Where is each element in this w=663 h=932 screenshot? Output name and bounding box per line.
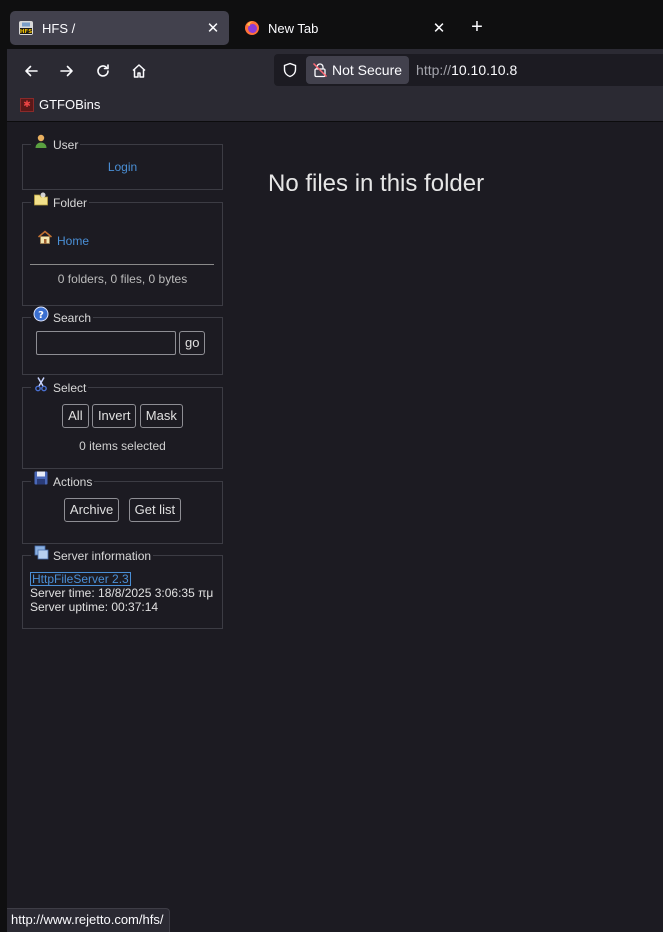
reload-icon [97,64,109,77]
bookmark-gtfobins[interactable]: ✱ GTFOBins [20,97,100,112]
scissors-icon [35,377,47,392]
user-legend: User [31,134,80,152]
navigation-bar: Not Secure http://10.10.10.8 [7,49,663,91]
home-button[interactable] [125,57,153,85]
server-info-legend: Server information [31,545,153,563]
tab-title: HFS / [42,20,76,36]
url-protocol: http:// [416,62,452,78]
home-icon [132,64,146,78]
select-panel: Select All Invert Mask 0 items selected [22,377,223,469]
folder-panel: Folder Home 0 folders, 0 files, 0 bytes [22,192,223,306]
select-all-button[interactable]: All [62,404,89,428]
bookmarks-toolbar: ✱ GTFOBins [7,91,663,122]
invert-selection-button[interactable]: Invert [91,404,137,428]
tracking-protection-shield-icon[interactable] [280,60,300,80]
page-content: User Login Folder Home 0 folders, 0 file… [7,123,663,932]
selected-count: 0 items selected [79,439,166,453]
server-icon [34,545,49,560]
status-bar-url: http://www.rejetto.com/hfs/ [7,908,171,932]
question-icon: ? [33,306,49,322]
select-legend-label: Select [53,381,87,395]
folder-summary: 0 folders, 0 files, 0 bytes [57,272,188,286]
hfs-icon: HFS [19,21,33,35]
close-tab-icon[interactable]: ✕ [427,16,451,40]
bookmark-label: GTFOBins [39,97,101,112]
forward-button[interactable] [53,57,81,85]
arrow-right-icon [60,65,73,77]
search-go-button[interactable]: go [179,331,206,355]
svg-text:HFS: HFS [20,29,32,35]
server-time: Server time: 18/8/2025 3:06:35 πμ [30,586,214,600]
close-tab-icon[interactable]: ✕ [201,16,225,40]
floppy-disk-icon [34,471,48,485]
no-files-message: No files in this folder [268,170,485,197]
user-icon [35,134,47,148]
folder-legend-label: Folder [53,196,88,210]
folder-icon [34,192,48,206]
browser-window: HFS HFS / ✕ New Tab ✕ + Not Secure http:… [7,7,663,932]
folder-legend: Folder [31,192,89,210]
search-legend: ? Search [31,306,93,325]
firefox-icon [245,21,259,35]
server-info-legend-label: Server information [53,549,152,563]
url-text[interactable]: http://10.10.10.8 [416,62,517,78]
not-secure-indicator[interactable]: Not Secure [306,56,410,84]
home-link-row[interactable]: Home [37,230,222,248]
arrow-left-icon [25,65,38,77]
server-info-panel: Server information HttpFileServer 2.3 Se… [22,545,223,629]
tab-new-tab[interactable]: New Tab ✕ [236,11,455,45]
user-legend-label: User [53,138,79,152]
mask-button[interactable]: Mask [139,404,183,428]
home-link[interactable]: Home [57,234,89,248]
tab-hfs[interactable]: HFS HFS / ✕ [10,11,229,45]
home-folder-icon [37,230,53,244]
gtfobins-icon: ✱ [20,97,34,112]
not-secure-label: Not Secure [332,62,403,78]
actions-panel: Actions Archive Get list [22,471,223,544]
new-tab-button[interactable]: + [465,16,489,40]
insecure-lock-icon [312,62,328,78]
archive-button[interactable]: Archive [63,498,120,522]
search-input[interactable] [36,331,176,355]
svg-text:?: ? [38,310,44,321]
url-host: 10.10.10.8 [451,62,518,78]
actions-legend-label: Actions [53,475,93,489]
back-button[interactable] [17,57,45,85]
hfs-version-link[interactable]: HttpFileServer 2.3 [30,572,131,586]
actions-legend: Actions [31,471,94,489]
login-link[interactable]: Login [108,160,137,174]
tab-strip: HFS HFS / ✕ New Tab ✕ + [7,7,663,49]
folder-divider [30,264,214,265]
user-panel: User Login [22,134,223,190]
url-bar[interactable]: Not Secure http://10.10.10.8 [274,54,663,86]
search-panel: ? Search go [22,306,223,375]
select-legend: Select [31,377,88,395]
tab-title: New Tab [268,20,319,36]
reload-button[interactable] [89,57,117,85]
server-uptime: Server uptime: 00:37:14 [30,600,159,614]
search-legend-label: Search [53,311,92,325]
get-list-button[interactable]: Get list [128,498,182,522]
